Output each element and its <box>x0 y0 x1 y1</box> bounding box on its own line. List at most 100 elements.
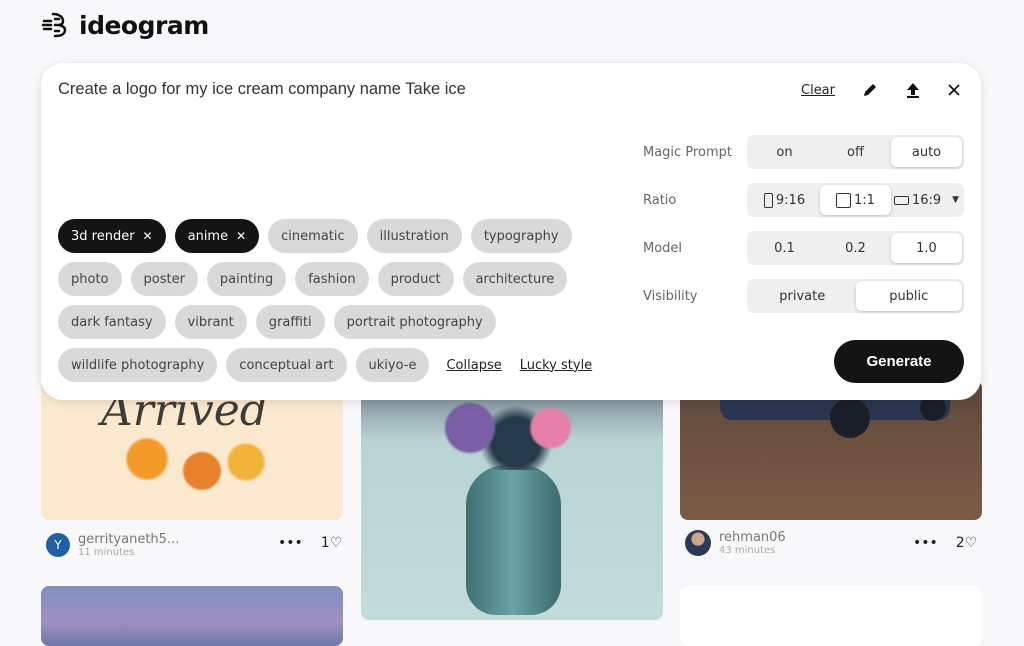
model-1-0[interactable]: 1.0 <box>891 233 962 263</box>
pencil-icon[interactable] <box>861 81 879 99</box>
post-time: 43 minutes <box>719 545 776 556</box>
generate-button[interactable]: Generate <box>834 340 964 383</box>
model-row: Model 0.1 0.2 1.0 <box>643 231 964 265</box>
avatar[interactable] <box>685 530 711 556</box>
magic-prompt-off[interactable]: off <box>820 137 891 167</box>
style-tag[interactable]: anime ✕ <box>174 219 260 253</box>
settings-panel: Magic Prompt on off auto Ratio 9:16 1:1 … <box>643 135 964 327</box>
model-label: Model <box>643 240 683 256</box>
visibility-public[interactable]: public <box>855 281 962 311</box>
like-count: 1 <box>320 535 330 551</box>
magic-prompt-on[interactable]: on <box>749 137 820 167</box>
style-tags: 3d render ✕ anime ✕ cinematic illustration typ… <box>58 219 618 382</box>
tag-label: graffiti <box>268 314 312 330</box>
lucky-style-link[interactable]: Lucky style <box>520 358 592 373</box>
tag-label: cinematic <box>281 228 345 244</box>
tag-label: ukiyo-e <box>368 357 417 373</box>
visibility-private[interactable]: private <box>749 281 856 311</box>
ratio-toggle: 9:16 1:1 16:9 ▼ <box>747 183 964 217</box>
ratio-9-16[interactable]: 9:16 <box>749 185 820 215</box>
avatar[interactable]: Y <box>46 533 70 557</box>
portrait-icon <box>763 192 773 208</box>
brand-name: ideogram <box>79 10 209 40</box>
gallery-image-car[interactable] <box>680 380 982 520</box>
tag-label: vibrant <box>187 314 234 330</box>
more-options-icon[interactable]: ••• <box>913 535 938 551</box>
model-toggle: 0.1 0.2 1.0 <box>747 231 964 265</box>
visibility-toggle: private public <box>747 279 964 313</box>
chevron-down-icon[interactable]: ▼ <box>952 195 959 205</box>
tag-label: painting <box>219 271 274 287</box>
ratio-label-text: 16:9 <box>911 192 942 208</box>
style-tag[interactable]: cinematic <box>268 219 358 253</box>
gallery-image-autumn[interactable]: Arrived <box>41 380 343 520</box>
username[interactable]: rehman06 <box>719 530 786 545</box>
style-tag[interactable]: product <box>377 262 454 296</box>
style-tag[interactable]: conceptual art <box>226 348 347 382</box>
collapse-link[interactable]: Collapse <box>446 358 501 373</box>
magic-prompt-auto[interactable]: auto <box>891 137 962 167</box>
remove-tag-icon[interactable]: ✕ <box>143 229 153 243</box>
style-tag[interactable]: poster <box>130 262 198 296</box>
ratio-label-text: 9:16 <box>775 192 806 208</box>
tag-label: dark fantasy <box>71 314 153 330</box>
tag-label: conceptual art <box>239 357 334 373</box>
model-0-1[interactable]: 0.1 <box>749 233 820 263</box>
style-tag[interactable]: wildlife photography <box>58 348 218 382</box>
post-time: 11 minutes <box>78 547 135 558</box>
style-tag[interactable]: vibrant <box>174 305 247 339</box>
magic-prompt-label: Magic Prompt <box>643 144 732 160</box>
model-0-2[interactable]: 0.2 <box>820 233 891 263</box>
tag-links: Collapse Lucky style <box>446 348 592 382</box>
prompt-panel: Clear 3d render ✕ anime ✕ cinematic illustrat… <box>41 63 981 400</box>
gallery-image-sky[interactable] <box>41 586 343 646</box>
ratio-label: Ratio <box>643 192 677 208</box>
gallery-image-blank[interactable] <box>680 586 982 646</box>
style-tag[interactable]: painting <box>206 262 287 296</box>
style-tag[interactable]: dark fantasy <box>58 305 166 339</box>
post-actions: ••• 2♡ <box>913 535 977 551</box>
heart-icon: ♡ <box>964 535 978 551</box>
style-tag[interactable]: photo <box>58 262 122 296</box>
ratio-row: Ratio 9:16 1:1 16:9 ▼ <box>643 183 964 217</box>
ratio-1-1[interactable]: 1:1 <box>820 185 891 215</box>
post-meta: rehman06 43 minutes <box>685 530 786 556</box>
style-tag[interactable]: fashion <box>295 262 369 296</box>
ratio-16-9[interactable]: 16:9 ▼ <box>891 185 962 215</box>
close-icon[interactable] <box>947 83 961 97</box>
tag-label: wildlife photography <box>71 357 205 373</box>
tag-label: typography <box>483 228 559 244</box>
brand-logo[interactable]: ideogram <box>41 10 209 40</box>
remove-tag-icon[interactable]: ✕ <box>236 229 246 243</box>
visibility-label: Visibility <box>643 288 698 304</box>
more-options-icon[interactable]: ••• <box>278 535 303 551</box>
style-tag[interactable]: architecture <box>462 262 568 296</box>
clear-button[interactable]: Clear <box>801 83 835 98</box>
style-tag[interactable]: 3d render ✕ <box>58 219 166 253</box>
prompt-input[interactable] <box>58 77 578 101</box>
style-tag[interactable]: ukiyo-e <box>355 348 430 382</box>
username[interactable]: gerrityaneth5... <box>78 532 179 547</box>
tag-label: poster <box>143 271 185 287</box>
style-tag[interactable]: illustration <box>366 219 462 253</box>
style-tag[interactable]: portrait photography <box>333 305 496 339</box>
post-actions: ••• 1♡ <box>278 535 342 551</box>
upload-icon[interactable] <box>905 81 921 99</box>
gallery-image-vase[interactable] <box>361 380 663 620</box>
like-button[interactable]: 1♡ <box>321 535 342 551</box>
tag-label: anime <box>187 228 229 244</box>
style-tag[interactable]: typography <box>470 219 572 253</box>
tag-label: fashion <box>308 271 356 287</box>
tag-label: illustration <box>379 228 449 244</box>
visibility-row: Visibility private public <box>643 279 964 313</box>
tag-label: product <box>390 271 441 287</box>
tag-label: photo <box>71 271 109 287</box>
style-tag[interactable]: graffiti <box>255 305 325 339</box>
square-icon <box>836 192 852 208</box>
tag-label: portrait photography <box>346 314 483 330</box>
magic-prompt-row: Magic Prompt on off auto <box>643 135 964 169</box>
heart-icon: ♡ <box>329 535 343 551</box>
like-count: 2 <box>955 535 965 551</box>
like-button[interactable]: 2♡ <box>956 535 977 551</box>
tag-label: architecture <box>475 271 555 287</box>
